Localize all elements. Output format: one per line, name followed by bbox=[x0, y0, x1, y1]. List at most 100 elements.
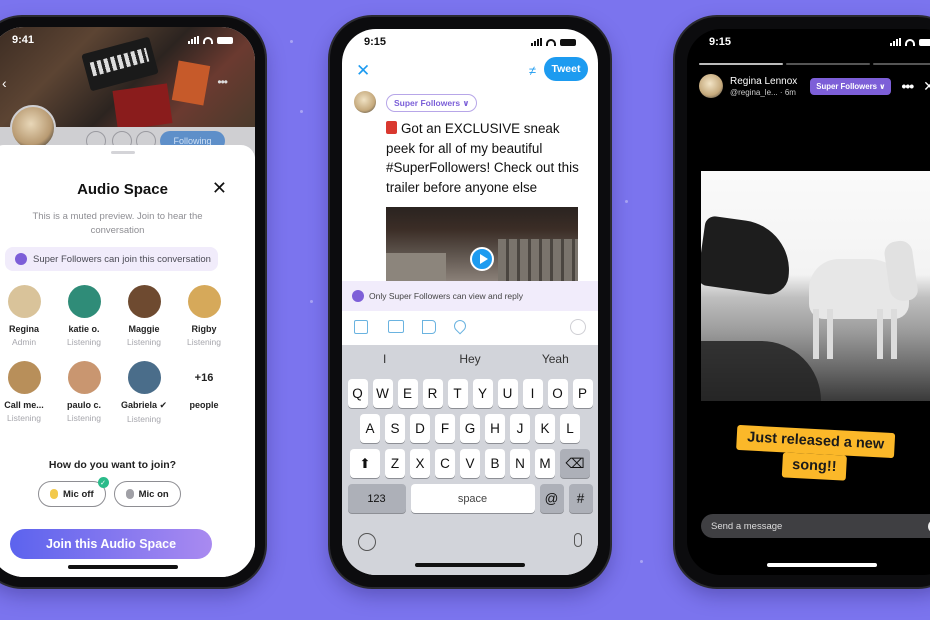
hash-key[interactable]: # bbox=[568, 484, 593, 513]
listener[interactable]: katie o. Listening bbox=[54, 285, 114, 347]
drag-handle[interactable] bbox=[110, 151, 135, 154]
suggestion[interactable]: Yeah bbox=[513, 352, 598, 366]
key-q[interactable]: Q bbox=[347, 379, 368, 408]
story-progress bbox=[699, 63, 930, 65]
keyboard-row: 123 space @ # bbox=[342, 484, 598, 513]
phone-screen: 9:41 ‹ ••• Following Audio Space ✕ This … bbox=[0, 27, 255, 577]
listener[interactable]: Rigby Listening bbox=[174, 285, 234, 347]
key-n[interactable]: N bbox=[510, 449, 530, 478]
avatar[interactable] bbox=[699, 74, 723, 98]
reply-restriction-notice[interactable]: Only Super Followers can view and reply bbox=[342, 281, 598, 311]
audience-selector[interactable]: Super Followers ∨ bbox=[386, 94, 478, 112]
listener[interactable]: Regina Admin bbox=[0, 285, 54, 347]
key-j[interactable]: J bbox=[510, 414, 530, 443]
location-icon[interactable] bbox=[451, 317, 469, 335]
more-icon[interactable]: ••• bbox=[901, 78, 914, 94]
key-k[interactable]: K bbox=[535, 414, 555, 443]
more-icon[interactable]: ••• bbox=[217, 75, 228, 89]
background-sparkle bbox=[300, 110, 303, 113]
status-bar: 9:15 bbox=[342, 29, 598, 55]
key-t[interactable]: T bbox=[447, 379, 468, 408]
key-r[interactable]: R bbox=[422, 379, 443, 408]
key-g[interactable]: G bbox=[460, 414, 480, 443]
backspace-key[interactable]: ⌫ bbox=[560, 449, 590, 478]
key-x[interactable]: X bbox=[410, 449, 430, 478]
home-indicator[interactable] bbox=[767, 563, 877, 567]
mic-off-button[interactable]: Mic off ✓ bbox=[38, 477, 109, 507]
phone-audio-space: 9:41 ‹ ••• Following Audio Space ✕ This … bbox=[0, 17, 265, 587]
phone-screen: 9:15 ✕ ≠ Tweet Super Followers ∨ Got an … bbox=[342, 29, 598, 575]
key-m[interactable]: M bbox=[535, 449, 555, 478]
key-f[interactable]: F bbox=[435, 414, 455, 443]
key-w[interactable]: W bbox=[372, 379, 393, 408]
super-follower-icon bbox=[15, 253, 27, 265]
key-v[interactable]: V bbox=[460, 449, 480, 478]
mic-on-button[interactable]: Mic on bbox=[113, 481, 181, 507]
join-audio-space-button[interactable]: Join this Audio Space bbox=[10, 529, 212, 559]
mic-icon bbox=[125, 489, 134, 499]
audience-badge[interactable]: Super Followers ∨ bbox=[810, 77, 892, 95]
user-name[interactable]: Regina Lennox bbox=[730, 76, 797, 87]
suggestion[interactable]: I bbox=[342, 352, 427, 366]
dictation-mic-icon[interactable] bbox=[574, 533, 582, 547]
status-time: 9:41 bbox=[12, 34, 35, 46]
space-key[interactable]: space bbox=[410, 484, 535, 513]
audio-space-sheet: Audio Space ✕ This is a muted preview. J… bbox=[0, 145, 255, 577]
back-icon[interactable]: ‹ bbox=[2, 75, 7, 91]
background-sparkle bbox=[640, 560, 643, 563]
mic-off-icon bbox=[50, 489, 58, 499]
listener[interactable]: Maggie Listening bbox=[114, 285, 174, 347]
key-p[interactable]: P bbox=[572, 379, 593, 408]
progress-segment bbox=[873, 63, 930, 65]
message-input[interactable]: Send a message bbox=[701, 514, 930, 538]
key-s[interactable]: S bbox=[385, 414, 405, 443]
shift-key[interactable]: ⬆ bbox=[350, 449, 380, 478]
globe-icon[interactable] bbox=[358, 533, 376, 551]
avatar bbox=[127, 361, 161, 394]
key-d[interactable]: D bbox=[410, 414, 430, 443]
battery-icon bbox=[560, 38, 576, 46]
play-icon[interactable] bbox=[470, 247, 494, 271]
wifi-icon bbox=[905, 38, 915, 46]
background-sparkle bbox=[310, 300, 313, 303]
tweet-button[interactable]: Tweet bbox=[544, 57, 588, 81]
key-c[interactable]: C bbox=[435, 449, 455, 478]
numbers-key[interactable]: 123 bbox=[347, 484, 406, 513]
listener[interactable]: Call me... Listening bbox=[0, 361, 54, 424]
more-listeners[interactable]: +16 people bbox=[174, 361, 234, 424]
listener[interactable]: Gabriela ✔ Listening bbox=[114, 361, 174, 424]
home-indicator[interactable] bbox=[67, 565, 178, 569]
key-o[interactable]: O bbox=[547, 379, 568, 408]
key-e[interactable]: E bbox=[397, 379, 418, 408]
red-envelope-icon bbox=[386, 121, 397, 134]
keyboard-row: ASDFGHJKL bbox=[342, 414, 598, 443]
close-icon[interactable]: ✕ bbox=[356, 61, 370, 81]
avatar bbox=[187, 285, 221, 318]
key-u[interactable]: U bbox=[497, 379, 518, 408]
image-icon[interactable] bbox=[354, 320, 368, 334]
key-h[interactable]: H bbox=[485, 414, 505, 443]
key-b[interactable]: B bbox=[485, 449, 505, 478]
poll-icon[interactable] bbox=[422, 320, 436, 334]
character-count-ring bbox=[570, 319, 586, 335]
close-icon[interactable]: ✕ bbox=[923, 78, 930, 95]
key-y[interactable]: Y bbox=[472, 379, 493, 408]
close-icon[interactable]: ✕ bbox=[212, 178, 227, 199]
progress-segment bbox=[699, 63, 783, 65]
story-header: Regina Lennox @regina_le... · 6m Super F… bbox=[699, 71, 930, 101]
video-attachment[interactable] bbox=[386, 207, 578, 281]
key-i[interactable]: I bbox=[522, 379, 543, 408]
suggestion[interactable]: Hey bbox=[427, 352, 512, 366]
progress-segment bbox=[786, 63, 870, 65]
listener[interactable]: paulo c. Listening bbox=[54, 361, 114, 424]
key-a[interactable]: A bbox=[360, 414, 380, 443]
background-sparkle bbox=[625, 200, 628, 203]
tweet-input[interactable]: Got an EXCLUSIVE sneak peek for all of m… bbox=[386, 119, 586, 197]
at-key[interactable]: @ bbox=[539, 484, 564, 513]
avatar bbox=[7, 361, 41, 394]
gif-icon[interactable] bbox=[388, 320, 404, 333]
key-l[interactable]: L bbox=[560, 414, 580, 443]
thread-icon[interactable]: ≠ bbox=[529, 63, 536, 78]
home-indicator[interactable] bbox=[415, 563, 525, 567]
key-z[interactable]: Z bbox=[385, 449, 405, 478]
